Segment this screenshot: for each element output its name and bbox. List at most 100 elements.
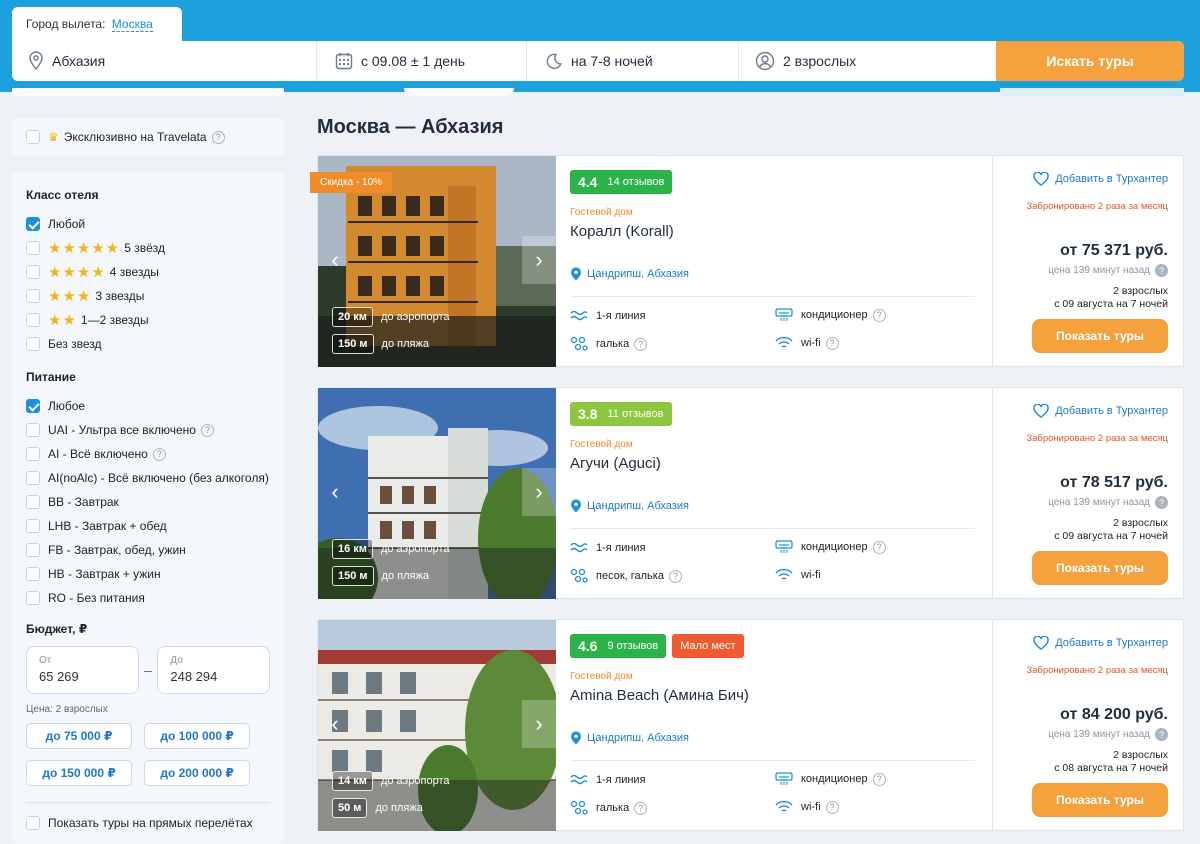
help-icon[interactable]: ?	[634, 801, 648, 815]
divider	[570, 760, 975, 761]
checkbox[interactable]	[26, 816, 40, 830]
tour-details: 2 взрослых с 08 августа на 7 ночей	[1054, 749, 1168, 775]
meal-fb[interactable]: FB - Завтрак, обед, ужин	[26, 538, 270, 562]
amenity-ac: кондиционер?	[775, 772, 886, 786]
help-icon[interactable]: ?	[1155, 728, 1168, 741]
checkbox[interactable]	[26, 519, 40, 533]
departure-city-selector[interactable]: Город вылета: Москва	[12, 7, 182, 43]
hotel-class-title: Класс отеля	[26, 188, 99, 202]
checkbox[interactable]	[26, 423, 40, 437]
checkbox[interactable]	[26, 567, 40, 581]
date-field[interactable]: с 09.08 ± 1 день	[317, 41, 527, 81]
hotel-class-3[interactable]: ★★★ 3 звезды	[26, 284, 270, 308]
help-icon[interactable]: ?	[634, 337, 648, 351]
budget-preset-75000[interactable]: до 75 000 ₽	[26, 723, 132, 749]
hotel-photo[interactable]: ‹ › 16 км до аэропорта 150 м до пляжа	[318, 388, 556, 599]
hotel-name[interactable]: Amina Beach (Амина Бич)	[570, 687, 749, 704]
hotel-class-any[interactable]: Любой	[26, 212, 270, 236]
checkbox[interactable]	[26, 241, 40, 255]
budget-to-value: 248 294	[170, 669, 218, 684]
budget-preset-150000[interactable]: до 150 000 ₽	[26, 760, 132, 786]
prev-photo-arrow[interactable]: ‹	[318, 236, 352, 284]
hotel-class-1-2[interactable]: ★★ 1—2 звезды	[26, 308, 270, 332]
checkbox[interactable]	[26, 471, 40, 485]
add-to-favorites-button[interactable]: Добавить в Турхантер	[1033, 172, 1168, 186]
help-icon[interactable]: ?	[825, 336, 839, 350]
help-icon[interactable]: ?	[152, 447, 166, 461]
hotel-photo[interactable]: ‹ › 14 км до аэропорта 50 м до пляжа	[318, 620, 556, 831]
amenity-label: кондиционер	[801, 309, 868, 321]
help-icon[interactable]: ?	[668, 569, 682, 583]
checkbox[interactable]	[26, 447, 40, 461]
meal-ai-noalc[interactable]: AI(noAlc) - Всё включено (без алкоголя)	[26, 466, 270, 490]
show-tours-button[interactable]: Показать туры	[1032, 783, 1168, 817]
meal-any[interactable]: Любое	[26, 394, 270, 418]
budget-to-field[interactable]: До 248 294	[157, 646, 270, 694]
next-photo-arrow[interactable]: ›	[522, 236, 556, 284]
location-pin-icon	[571, 499, 581, 513]
rating-badge[interactable]: 3.8 11 отзывов	[570, 402, 672, 426]
help-icon[interactable]: ?	[211, 130, 225, 144]
show-tours-button[interactable]: Показать туры	[1032, 319, 1168, 353]
meal-hb[interactable]: HB - Завтрак + ужин	[26, 562, 270, 586]
show-tours-button[interactable]: Показать туры	[1032, 551, 1168, 585]
checkbox[interactable]	[26, 217, 40, 231]
favorites-label: Добавить в Турхантер	[1055, 173, 1168, 185]
add-to-favorites-button[interactable]: Добавить в Турхантер	[1033, 404, 1168, 418]
rating-badge[interactable]: 4.6 9 отзывов	[570, 634, 667, 658]
help-icon[interactable]: ?	[872, 540, 886, 554]
checkbox[interactable]	[26, 337, 40, 351]
hotel-name[interactable]: Коралл (Korall)	[570, 223, 674, 240]
checkbox[interactable]	[26, 495, 40, 509]
search-tours-button[interactable]: Искать туры	[996, 41, 1184, 81]
help-icon[interactable]: ?	[872, 308, 886, 322]
meal-bb[interactable]: BB - Завтрак	[26, 490, 270, 514]
hotel-location[interactable]: Цандрипш, Абхазия	[570, 267, 689, 281]
meal-ro[interactable]: RO - Без питания	[26, 586, 270, 610]
help-icon[interactable]: ?	[872, 772, 886, 786]
hotel-location[interactable]: Цандрипш, Абхазия	[570, 731, 689, 745]
next-photo-arrow[interactable]: ›	[522, 700, 556, 748]
add-to-favorites-button[interactable]: Добавить в Турхантер	[1033, 636, 1168, 650]
help-icon[interactable]: ?	[825, 800, 839, 814]
exclusive-filter[interactable]: ♛ Эксклюзивно на Travelata ?	[12, 118, 284, 156]
price-column: Добавить в Турхантер Забронировано 2 раз…	[992, 620, 1184, 831]
beach-m: 50 м	[332, 798, 368, 818]
pebbles-icon	[570, 568, 588, 583]
meal-lhb[interactable]: LHB - Завтрак + обед	[26, 514, 270, 538]
checkbox[interactable]	[26, 591, 40, 605]
help-icon[interactable]: ?	[200, 423, 214, 437]
hotel-location[interactable]: Цандрипш, Абхазия	[570, 499, 689, 513]
next-photo-arrow[interactable]: ›	[522, 468, 556, 516]
checkbox[interactable]	[26, 543, 40, 557]
prev-photo-arrow[interactable]: ‹	[318, 468, 352, 516]
help-icon[interactable]: ?	[1155, 496, 1168, 509]
departure-city-link[interactable]: Москва	[111, 17, 153, 32]
meal-ai[interactable]: AI - Всё включено?	[26, 442, 270, 466]
checkbox[interactable]	[26, 265, 40, 279]
direct-flights-filter[interactable]: Показать туры на прямых перелётах	[26, 811, 270, 835]
budget-preset-100000[interactable]: до 100 000 ₽	[144, 723, 250, 749]
tour-dates: с 09 августа на 7 ночей	[1054, 530, 1168, 542]
meal-uai[interactable]: UAI - Ультра все включено?	[26, 418, 270, 442]
travelers-field[interactable]: 2 взрослых	[739, 41, 996, 81]
hotel-class-none[interactable]: Без звезд	[26, 332, 270, 356]
budget-from-field[interactable]: От 65 269	[26, 646, 139, 694]
budget-preset-200000[interactable]: до 200 000 ₽	[144, 760, 250, 786]
nights-field[interactable]: на 7-8 ночей	[527, 41, 739, 81]
exclusive-checkbox[interactable]	[26, 130, 40, 144]
prev-photo-arrow[interactable]: ‹	[318, 700, 352, 748]
checkbox[interactable]	[26, 313, 40, 327]
amenity-line: 1-я линия	[570, 308, 646, 324]
checkbox[interactable]	[26, 399, 40, 413]
hotel-class-4[interactable]: ★★★★ 4 звезды	[26, 260, 270, 284]
help-icon[interactable]: ?	[1155, 264, 1168, 277]
rating-badge[interactable]: 4.4 14 отзывов	[570, 170, 673, 194]
budget-title: Бюджет, ₽	[26, 622, 88, 636]
waves-icon	[570, 542, 588, 553]
destination-field[interactable]: Абхазия	[12, 41, 317, 81]
location-text: Цандрипш, Абхазия	[587, 732, 689, 744]
hotel-name[interactable]: Агучи (Aguci)	[570, 455, 661, 472]
checkbox[interactable]	[26, 289, 40, 303]
hotel-class-5[interactable]: ★★★★★ 5 звёзд	[26, 236, 270, 260]
